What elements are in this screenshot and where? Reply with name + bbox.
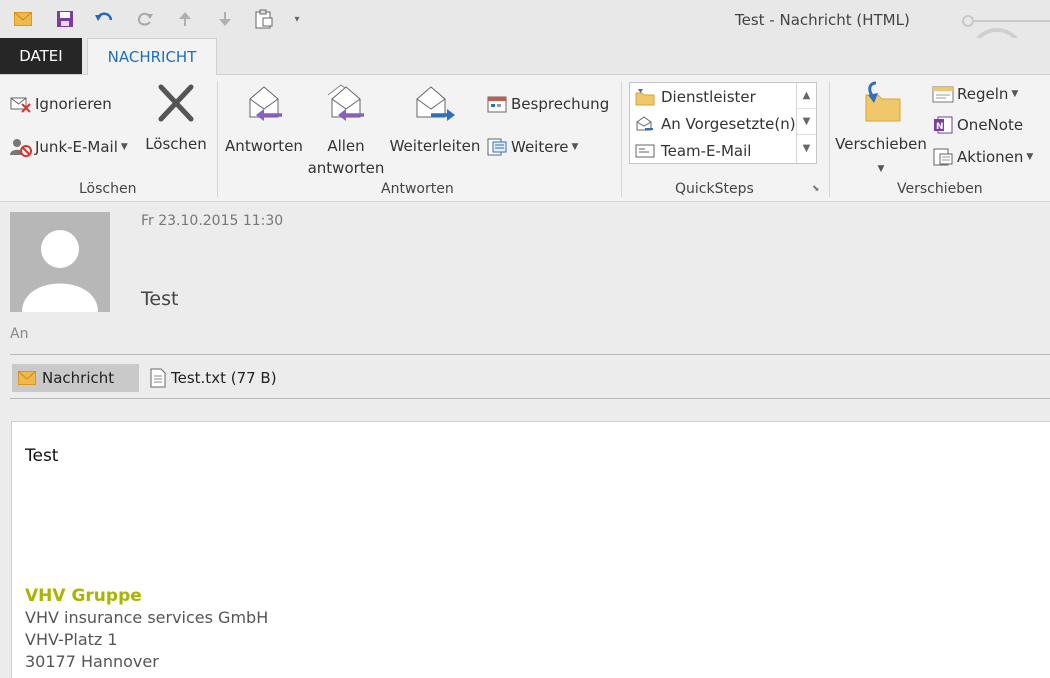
decoration-dot [962,15,974,27]
rules-icon [932,83,954,105]
more-respond-button[interactable]: Weitere ▼ [486,136,578,158]
avatar [10,212,110,312]
redo-icon[interactable] [134,8,156,30]
forward-icon [389,83,481,131]
title-bar: ▾ Test - Nachricht (HTML) [0,0,1050,38]
window-title: Test - Nachricht (HTML) [735,11,910,29]
reply-button[interactable]: Antworten [224,83,304,157]
signature-line: VHV-Platz 1 [25,630,118,649]
delete-button[interactable]: Löschen [143,83,209,155]
message-subject: Test [141,288,179,310]
junk-person-icon [10,136,32,158]
quickstep-item[interactable]: Dienstleister [634,84,756,110]
body-text: Test [25,446,59,466]
message-date: Fr 23.10.2015 11:30 [141,213,284,229]
move-button[interactable]: Verschieben ▼ [835,81,927,180]
delete-label: Löschen [145,135,207,153]
reply-all-label-line1: Allen [327,137,365,155]
signature-line: VHV insurance services GmbH [25,608,269,627]
envelope-icon [18,371,36,385]
arrow-up-icon[interactable] [174,8,196,30]
onenote-icon: N [932,114,954,136]
divider [10,398,1050,399]
gallery-expand-icon[interactable]: ▼ [797,135,816,161]
quickstep-label: Dienstleister [661,88,756,106]
message-tab-label: Nachricht [42,369,115,387]
quicksteps-gallery: Dienstleister An Vorgesetzte(n) Team-E-M… [629,82,817,164]
move-label: Verschieben [835,135,927,153]
reply-label: Antworten [225,137,303,155]
to-label[interactable]: An [10,326,28,342]
quickstep-label: Team-E-Mail [661,142,752,160]
forward-button[interactable]: Weiterleiten [389,83,481,157]
onenote-button[interactable]: N OneNote [932,114,1023,136]
actions-label: Aktionen [957,148,1024,166]
junk-email-label: Junk-E-Mail [35,138,118,156]
quicksteps-scrollbar[interactable]: ▲ ▼ ▼ [796,83,816,163]
reply-all-icon [306,83,386,131]
meeting-label: Besprechung [511,95,610,113]
group-separator [217,81,218,197]
chevron-down-icon: ▼ [571,142,579,152]
ribbon: Ignorieren Junk-E-Mail ▼ Löschen Löschen… [0,74,1050,202]
chevron-down-icon: ▼ [877,164,885,174]
forward-label: Weiterleiten [389,137,481,155]
message-body[interactable]: Test VHV Gruppe VHV insurance services G… [11,421,1050,678]
chevron-down-icon: ▼ [120,142,128,152]
scroll-up-icon[interactable]: ▲ [797,83,816,109]
folder-move-icon [634,87,656,107]
meeting-button[interactable]: Besprechung [486,93,609,115]
divider [10,354,1050,355]
scroll-down-icon[interactable]: ▼ [797,109,816,135]
svg-text:N: N [936,122,944,132]
quickstep-item[interactable]: An Vorgesetzte(n) [634,111,796,137]
delete-x-icon [143,83,209,129]
quickstep-label: An Vorgesetzte(n) [661,115,796,133]
tab-message[interactable]: NACHRICHT [87,38,217,75]
onenote-label: OneNote [957,116,1024,134]
ignore-button[interactable]: Ignorieren [10,93,112,115]
tab-file[interactable]: DATEI [0,38,82,74]
more-respond-label: Weitere [511,138,569,156]
quickstep-item[interactable]: Team-E-Mail [634,138,751,164]
envelope-icon[interactable] [12,8,34,30]
actions-button[interactable]: Aktionen ▼ [932,146,1033,168]
group-label-respond: Antworten [381,181,454,197]
signature-line: 30177 Hannover [25,652,159,671]
ignore-icon [10,93,32,115]
attachment-file[interactable]: Test.txt (77 B) [150,364,277,392]
reply-all-button[interactable]: Allen antworten [306,83,386,179]
arrow-down-icon[interactable] [214,8,236,30]
signature-company: VHV Gruppe [25,586,142,606]
group-label-move: Verschieben [897,181,983,197]
clipboard-icon[interactable] [253,8,275,30]
rules-label: Regeln [957,85,1009,103]
forward-mail-icon [634,114,656,134]
ignore-label: Ignorieren [35,95,112,113]
decoration-line [966,20,1050,22]
meeting-calendar-icon [486,93,508,115]
move-folder-icon [835,81,927,129]
customize-dropdown-icon[interactable]: ▾ [286,8,308,30]
group-separator [829,81,830,197]
chevron-down-icon: ▼ [1026,152,1034,162]
team-mail-icon [634,141,656,161]
message-attachment-tab[interactable]: Nachricht [12,364,139,392]
text-file-icon [150,368,166,388]
save-icon[interactable] [54,8,76,30]
chevron-down-icon: ▼ [1011,89,1019,99]
group-label-quicksteps: QuickSteps [675,181,754,197]
ribbon-tab-row: DATEI NACHRICHT [0,38,1050,75]
attachment-file-label: Test.txt (77 B) [171,369,277,387]
reply-icon [224,83,304,131]
group-separator [621,81,622,197]
junk-email-button[interactable]: Junk-E-Mail ▼ [10,136,128,158]
rules-button[interactable]: Regeln ▼ [932,83,1018,105]
more-respond-icon [486,136,508,158]
group-label-delete: Löschen [79,181,137,197]
dialog-launcher-icon[interactable]: ⬊ [812,184,820,194]
reply-all-label-line2: antworten [307,159,385,177]
undo-icon[interactable] [93,8,115,30]
actions-icon [932,146,954,168]
